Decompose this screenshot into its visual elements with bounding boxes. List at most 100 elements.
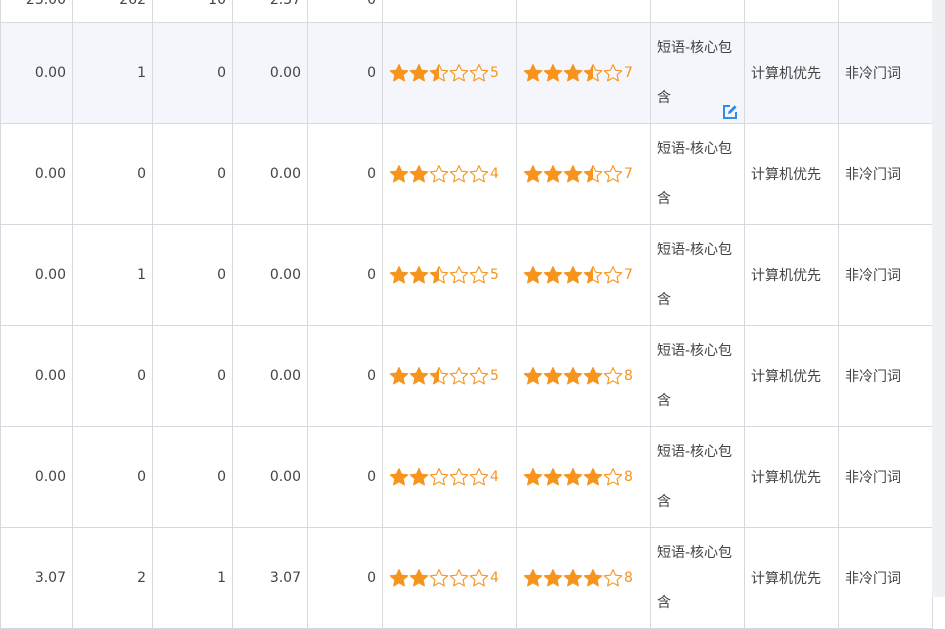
cell-rating-1: 4: [382, 527, 517, 629]
edit-icon[interactable]: [722, 91, 738, 119]
cell-match-type: 短语-核心包含: [650, 325, 745, 427]
cell-c4: 0.00: [232, 426, 308, 528]
cell-c4: 3.07: [232, 527, 308, 629]
rating-score: 4: [490, 469, 499, 485]
star-empty-icon: [603, 63, 623, 83]
cell-rating-1: 5: [382, 325, 517, 427]
table-row[interactable]: 0.00 1 0 0.00 0 5 7 短语-核心包含 计算机优先 非冷门词: [0, 224, 933, 326]
star-empty-icon: [469, 467, 489, 487]
cell-c1: 0.00: [0, 22, 73, 124]
rating-score: 7: [624, 65, 633, 81]
cell-word-type: 非冷门词: [838, 224, 933, 326]
star-full-icon: [543, 164, 563, 184]
cell-c3: 0: [152, 22, 233, 124]
cell-match-type: 短语-核心包含: [650, 123, 745, 225]
cell-c3: 0: [152, 426, 233, 528]
star-full-icon: [523, 265, 543, 285]
star-full-icon: [389, 164, 409, 184]
star-full-icon: [583, 366, 603, 386]
star-empty-icon: [603, 366, 623, 386]
table-cell-empty: [516, 0, 651, 23]
rating-score: 8: [624, 368, 633, 384]
cell-c4: 0.00: [232, 224, 308, 326]
cell-rating-1: 5: [382, 22, 517, 124]
table-cell: 23.00: [0, 0, 73, 23]
star-full-icon: [389, 467, 409, 487]
table-cell: 10: [152, 0, 233, 23]
cell-c3: 0: [152, 224, 233, 326]
star-full-icon: [409, 265, 429, 285]
cell-word-type: 非冷门词: [838, 527, 933, 629]
star-full-icon: [563, 63, 583, 83]
star-half-icon: [583, 164, 603, 184]
star-rating: 5: [389, 63, 499, 83]
star-full-icon: [409, 366, 429, 386]
star-full-icon: [409, 467, 429, 487]
cell-c3: 0: [152, 325, 233, 427]
star-rating: 8: [523, 366, 633, 386]
star-empty-icon: [449, 164, 469, 184]
table-cell: 262: [72, 0, 153, 23]
star-full-icon: [563, 265, 583, 285]
table-row[interactable]: 0.00 0 0 0.00 0 4 8 短语-核心包含 计算机优先 非冷门词: [0, 426, 933, 528]
star-full-icon: [523, 568, 543, 588]
cell-c5: 0: [307, 22, 383, 124]
cell-match-type: 短语-核心包含: [650, 224, 745, 326]
cell-c1: 0.00: [0, 325, 73, 427]
cell-c1: 3.07: [0, 527, 73, 629]
cell-c5: 0: [307, 426, 383, 528]
star-full-icon: [563, 467, 583, 487]
cell-word-type: 非冷门词: [838, 22, 933, 124]
cell-match-type: 短语-核心包含: [650, 527, 745, 629]
star-full-icon: [523, 63, 543, 83]
star-half-icon: [429, 63, 449, 83]
star-empty-icon: [449, 467, 469, 487]
star-full-icon: [409, 63, 429, 83]
star-empty-icon: [429, 164, 449, 184]
match-type-text: 短语-核心包含: [657, 444, 733, 510]
star-full-icon: [543, 568, 563, 588]
cell-rating-1: 4: [382, 426, 517, 528]
cell-c2: 0: [72, 426, 153, 528]
table-cell-empty: [382, 0, 517, 23]
star-full-icon: [389, 366, 409, 386]
rating-score: 5: [490, 368, 499, 384]
cell-c2: 0: [72, 325, 153, 427]
cell-c3: 1: [152, 527, 233, 629]
cell-c5: 0: [307, 527, 383, 629]
star-full-icon: [543, 63, 563, 83]
cell-priority: 计算机优先: [744, 123, 839, 225]
vertical-scrollbar-track[interactable]: [932, 0, 945, 597]
star-empty-icon: [469, 568, 489, 588]
rating-score: 4: [490, 570, 499, 586]
star-rating: 8: [523, 467, 633, 487]
cell-priority: 计算机优先: [744, 22, 839, 124]
table-row[interactable]: 0.00 1 0 0.00 0 5 7 短语-核心包含 计算机优先 非冷门词: [0, 22, 933, 124]
cell-priority: 计算机优先: [744, 325, 839, 427]
star-full-icon: [523, 467, 543, 487]
star-half-icon: [429, 366, 449, 386]
star-empty-icon: [449, 366, 469, 386]
match-type-text: 短语-核心包含: [657, 343, 733, 409]
table-row-partial: 23.00 262 10 2.37 0: [0, 0, 933, 23]
keyword-data-table: 23.00 262 10 2.37 0 0.00 1 0 0.00 0 5 7 短语-核心包含 计算…: [0, 0, 933, 629]
star-empty-icon: [469, 63, 489, 83]
star-full-icon: [389, 568, 409, 588]
cell-c2: 0: [72, 123, 153, 225]
star-full-icon: [409, 164, 429, 184]
star-empty-icon: [603, 164, 623, 184]
cell-c5: 0: [307, 123, 383, 225]
table-cell: 0: [307, 0, 383, 23]
table-row[interactable]: 0.00 0 0 0.00 0 5 8 短语-核心包含 计算机优先 非冷门词: [0, 325, 933, 427]
rating-score: 8: [624, 469, 633, 485]
star-full-icon: [389, 63, 409, 83]
table-row[interactable]: 3.07 2 1 3.07 0 4 8 短语-核心包含 计算机优先 非冷门词: [0, 527, 933, 629]
star-full-icon: [543, 467, 563, 487]
star-full-icon: [563, 568, 583, 588]
star-rating: 5: [389, 366, 499, 386]
star-rating: 7: [523, 164, 633, 184]
cell-rating-2: 8: [516, 426, 651, 528]
table-row[interactable]: 0.00 0 0 0.00 0 4 7 短语-核心包含 计算机优先 非冷门词: [0, 123, 933, 225]
cell-priority: 计算机优先: [744, 527, 839, 629]
star-full-icon: [409, 568, 429, 588]
